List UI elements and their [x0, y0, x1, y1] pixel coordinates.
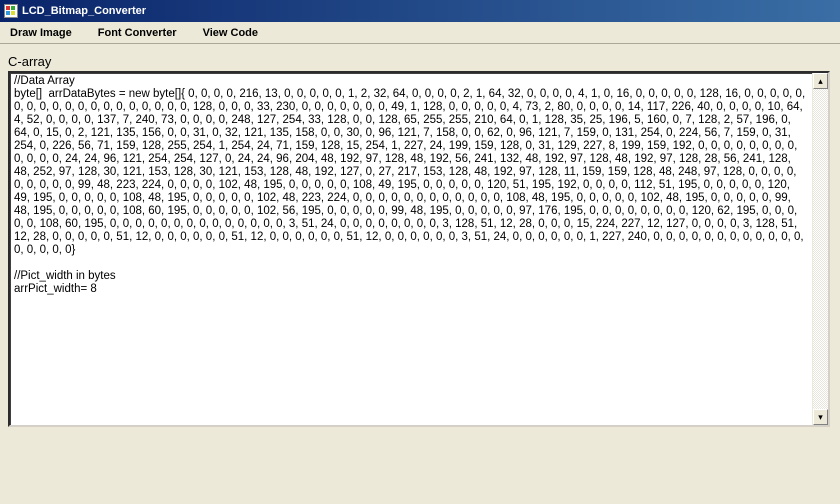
titlebar: LCD_Bitmap_Converter	[0, 0, 840, 22]
client-area: C-array //Data Array byte[] arrDataBytes…	[0, 44, 840, 435]
menu-view-code[interactable]: View Code	[199, 25, 262, 41]
menubar: Draw Image Font Converter View Code	[0, 22, 840, 44]
scroll-down-button[interactable]: ▾	[813, 409, 828, 425]
scroll-up-button[interactable]: ▴	[813, 73, 828, 89]
app-icon	[4, 4, 18, 18]
menu-font-converter[interactable]: Font Converter	[94, 25, 181, 41]
code-textarea-content[interactable]: //Data Array byte[] arrDataBytes = new b…	[12, 75, 810, 423]
menu-draw-image[interactable]: Draw Image	[6, 25, 76, 41]
vertical-scrollbar[interactable]: ▴ ▾	[812, 73, 828, 425]
code-textarea[interactable]: //Data Array byte[] arrDataBytes = new b…	[8, 71, 830, 427]
panel-label: C-array	[8, 54, 832, 69]
scroll-track[interactable]	[813, 89, 828, 409]
window-title: LCD_Bitmap_Converter	[22, 5, 146, 17]
